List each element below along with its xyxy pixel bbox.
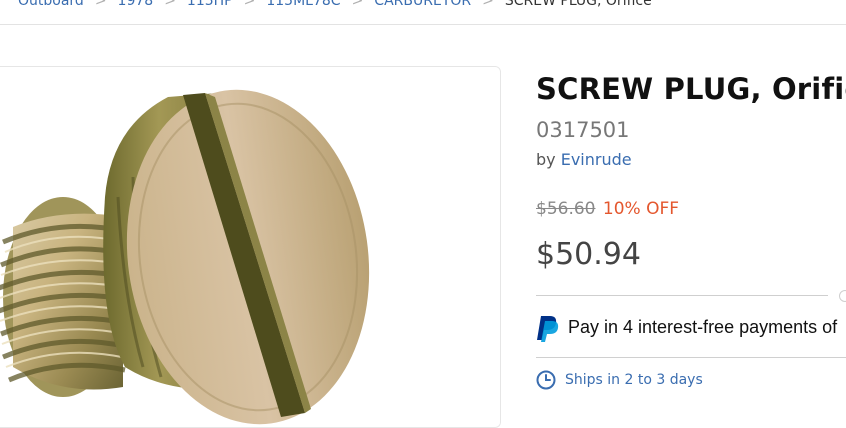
by-label: by	[536, 150, 556, 169]
divider	[536, 295, 828, 296]
current-price: $50.94	[536, 237, 641, 272]
breadcrumb-current: SCREW PLUG, Orifice	[504, 0, 652, 9]
chevron-right-icon: >	[243, 0, 256, 9]
product-sku: 0317501	[536, 118, 630, 142]
product-title: SCREW PLUG, Orifice	[536, 72, 846, 106]
breadcrumb-item-year[interactable]: 1978	[118, 0, 154, 12]
chevron-right-icon: >	[164, 0, 176, 9]
paypal-text: Pay in 4 interest-free payments of	[568, 317, 838, 337]
clock-icon	[536, 370, 556, 390]
chevron-right-icon: >	[351, 0, 364, 9]
breadcrumb-item-horsepower[interactable]: 115HP	[187, 0, 233, 12]
brand-link[interactable]: Evinrude	[561, 150, 632, 169]
paypal-icon	[537, 316, 559, 342]
breadcrumb-item-model[interactable]: 115ML78C	[266, 0, 340, 12]
discount-badge: 10% OFF	[602, 199, 680, 219]
price-comparison: $56.60 10% OFF	[536, 199, 679, 219]
original-price: $56.60	[536, 199, 596, 219]
chevron-right-icon: >	[482, 0, 494, 9]
brand-line: by Evinrude	[536, 150, 632, 169]
product-image[interactable]	[0, 67, 500, 427]
product-image-card[interactable]	[0, 66, 501, 428]
shipping-text: Ships in 2 to 3 days	[565, 372, 703, 388]
paypal-installments[interactable]: Pay in 4 interest-free payments of	[536, 314, 846, 344]
breadcrumb-item-outboard[interactable]: Outboard	[18, 0, 84, 12]
divider	[536, 357, 846, 358]
chevron-right-icon: >	[94, 0, 107, 9]
breadcrumb-item-carburetor[interactable]: CARBURETOR	[374, 0, 471, 12]
divider-dot-icon	[839, 290, 846, 302]
breadcrumb: Outboard > 1978 > 115HP > 115ML78C > CAR…	[0, 0, 846, 25]
